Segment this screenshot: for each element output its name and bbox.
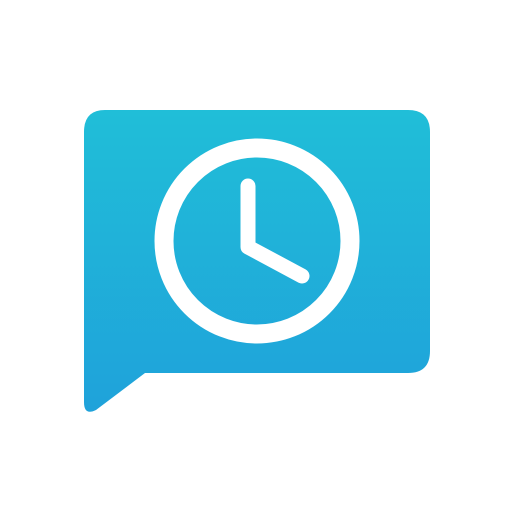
app-icon: [84, 110, 430, 412]
